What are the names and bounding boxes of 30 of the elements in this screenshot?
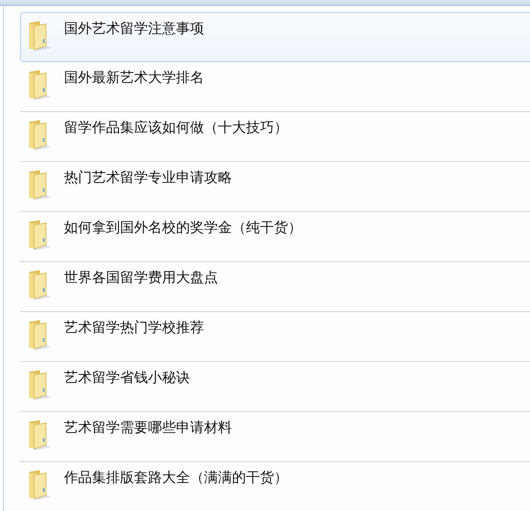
folder-name: 热门艺术留学专业申请攻略 [64, 169, 232, 187]
folder-name: 艺术留学热门学校推荐 [64, 319, 204, 337]
folder-name: 世界各国留学费用大盘点 [64, 269, 218, 287]
folder-name: 艺术留学需要哪些申请材料 [64, 419, 232, 437]
folder-icon [26, 468, 53, 500]
folder-row[interactable]: 艺术留学热门学校推荐 [20, 312, 530, 362]
folder-icon [26, 118, 53, 150]
folder-name: 留学作品集应该如何做（十大技巧） [64, 119, 288, 137]
folder-icon [26, 19, 53, 51]
folder-row[interactable]: 留学作品集应该如何做（十大技巧） [20, 112, 530, 162]
folder-row[interactable]: 作品集排版套路大全（满满的干货） [20, 462, 530, 511]
folder-row[interactable]: 艺术留学需要哪些申请材料 [20, 412, 530, 462]
folder-icon [26, 268, 53, 300]
folder-icon [26, 418, 53, 450]
folder-name: 艺术留学省钱小秘诀 [64, 369, 190, 387]
folder-name: 国外最新艺术大学排名 [64, 69, 204, 87]
folder-row[interactable]: 如何拿到国外名校的奖学金（纯干货） [20, 212, 530, 262]
folder-row[interactable]: 世界各国留学费用大盘点 [20, 262, 530, 312]
folder-row[interactable]: 国外艺术留学注意事项 [20, 12, 530, 62]
folder-row[interactable]: 热门艺术留学专业申请攻略 [20, 162, 530, 212]
folder-icon [26, 318, 53, 350]
folder-name: 国外艺术留学注意事项 [64, 20, 204, 38]
folder-row[interactable]: 艺术留学省钱小秘诀 [20, 362, 530, 412]
folder-name: 如何拿到国外名校的奖学金（纯干货） [64, 219, 302, 237]
folder-icon [26, 68, 53, 100]
folder-icon [26, 368, 53, 400]
folder-name: 作品集排版套路大全（满满的干货） [64, 469, 288, 487]
folder-icon [26, 218, 53, 250]
folder-icon [26, 168, 53, 200]
folder-row[interactable]: 国外最新艺术大学排名 [20, 62, 530, 112]
